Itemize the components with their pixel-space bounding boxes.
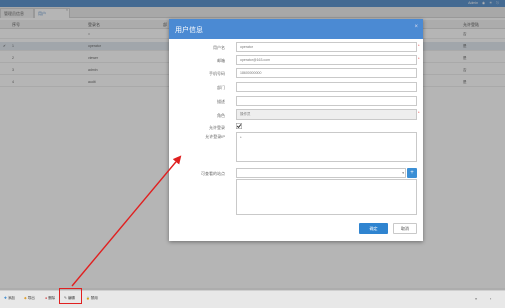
edit-button-highlight (59, 288, 82, 304)
email-label: 邮箱 (217, 58, 225, 63)
allow-login-label: 允许登录 (209, 125, 225, 130)
delete-button[interactable]: ●删除 (45, 296, 55, 301)
required-mark: * (418, 110, 420, 115)
disable-label: 禁用 (90, 296, 98, 300)
export-icon: ◆ (24, 296, 27, 300)
allow-ip-textarea[interactable]: * (236, 132, 417, 162)
add-range-button[interactable]: + (407, 168, 417, 178)
dept-field[interactable] (236, 82, 417, 92)
add-label: 添加 (7, 296, 15, 300)
cancel-button[interactable]: 取消 (393, 223, 417, 234)
phone-field[interactable]: 18600000000 (236, 68, 417, 78)
role-select[interactable]: 操作员 (236, 109, 417, 120)
export-label: 导出 (27, 296, 35, 300)
confirm-button[interactable]: 确定 (359, 223, 388, 234)
required-mark: * (418, 56, 420, 61)
lock-icon: 🔒 (86, 296, 90, 300)
email-field[interactable]: operator@163.com (236, 55, 417, 65)
user-info-dialog: 用户信息 × 用户名 operator * 邮箱 operator@163.co… (169, 19, 423, 241)
first-page-button[interactable]: « (475, 296, 477, 301)
data-range-list[interactable] (236, 179, 417, 215)
username-label: 用户名 (213, 45, 225, 50)
add-icon: ✚ (4, 296, 7, 300)
data-range-select[interactable]: ▾ (236, 168, 406, 178)
add-button[interactable]: ✚添加 (4, 296, 15, 301)
export-button[interactable]: ◆导出 (24, 296, 35, 301)
phone-label: 手机号码 (209, 71, 225, 76)
allow-login-checkbox[interactable] (236, 123, 242, 129)
dialog-title: 用户信息 (175, 27, 203, 34)
delete-icon: ● (45, 296, 48, 300)
close-icon[interactable]: × (414, 24, 418, 30)
desc-field[interactable] (236, 96, 417, 106)
delete-label: 删除 (48, 296, 56, 300)
desc-label: 描述 (217, 99, 225, 104)
prev-page-button[interactable]: ‹ (490, 296, 491, 301)
allow-ip-label: 允许登录IP (205, 134, 225, 139)
role-label: 角色 (217, 113, 225, 118)
dept-label: 部门 (217, 85, 225, 90)
username-field[interactable]: operator (236, 42, 417, 52)
disable-button[interactable]: 🔒禁用 (86, 296, 98, 301)
required-mark: * (418, 43, 420, 48)
dialog-header: 用户信息 × (169, 19, 423, 39)
chevron-down-icon: ▾ (402, 171, 404, 175)
data-range-label: 可查看的站点 (201, 171, 225, 176)
